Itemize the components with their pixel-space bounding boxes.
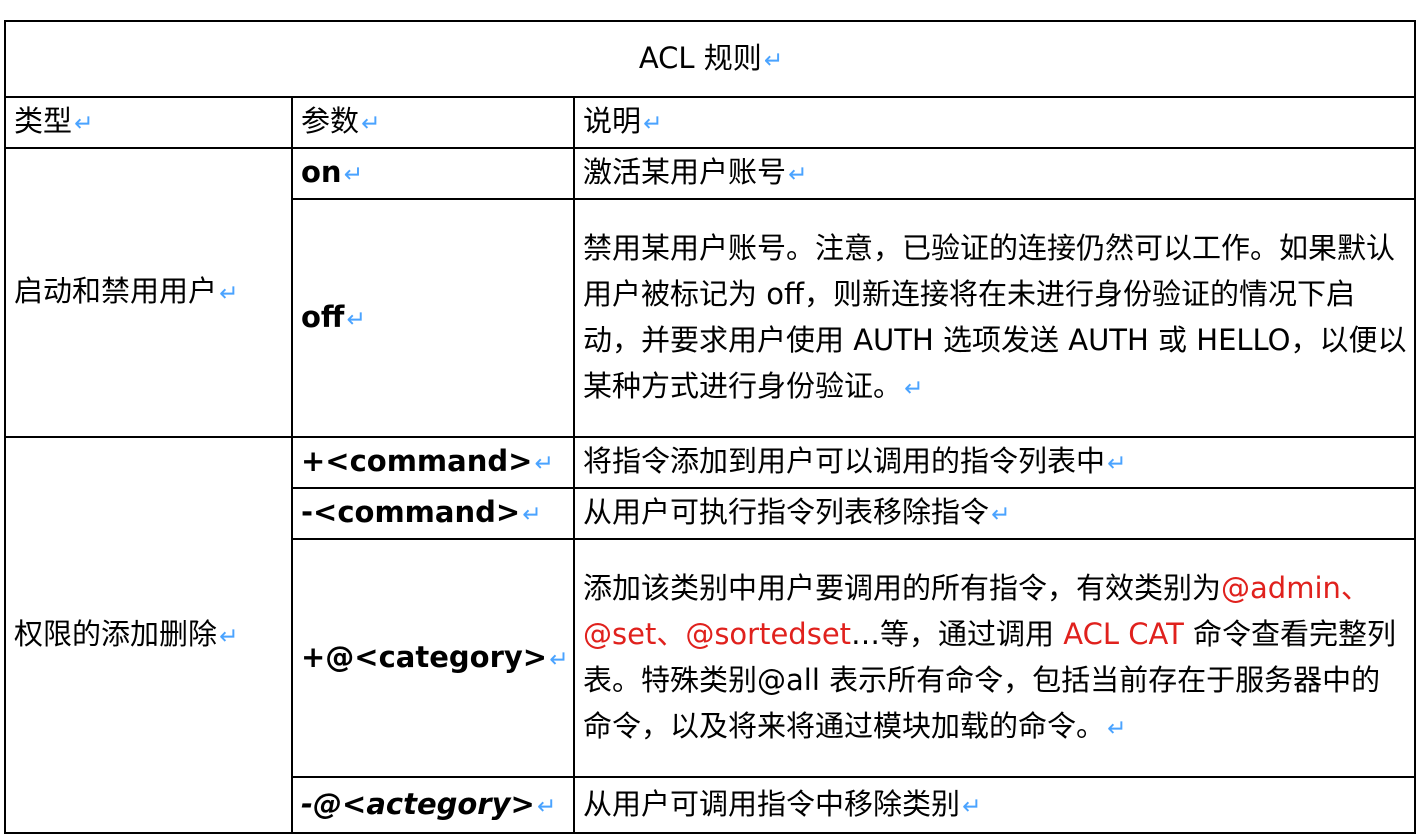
return-mark-icon: ↵ — [763, 46, 784, 74]
param-label: -@<actegory> — [301, 786, 535, 821]
param-label: off — [301, 299, 345, 334]
desc-text: 添加该类别中用户要调用的所有指令，有效类别为 — [583, 570, 1222, 605]
return-mark-icon: ↵ — [534, 450, 554, 477]
param-label: +<command> — [301, 444, 533, 478]
param-cell: -<command>↵ — [291, 487, 575, 540]
desc-text: 从用户可调用指令中移除类别 — [583, 786, 961, 821]
desc-cell: 激活某用户账号↵ — [572, 147, 1416, 200]
return-mark-icon: ↵ — [962, 792, 982, 820]
desc-cell: 禁用某用户账号。注意，已验证的连接仍然可以工作。如果默认用户被标记为 off，则… — [572, 198, 1416, 438]
return-mark-icon: ↵ — [522, 501, 542, 528]
param-cell: +<command>↵ — [291, 436, 575, 489]
return-mark-icon: ↵ — [1107, 714, 1127, 742]
type-cell-permissions: 权限的添加删除↵ — [4, 436, 293, 834]
header-param-label: 参数 — [301, 104, 360, 138]
desc-cell: 将指令添加到用户可以调用的指令列表中↵ — [572, 436, 1416, 489]
desc-cell: 添加该类别中用户要调用的所有指令，有效类别为@admin、@set、@sorte… — [572, 538, 1416, 778]
header-desc-label: 说明 — [583, 104, 642, 138]
desc-cell: 从用户可执行指令列表移除指令↵ — [572, 487, 1416, 540]
return-mark-icon: ↵ — [343, 161, 364, 188]
return-mark-icon: ↵ — [788, 161, 808, 188]
header-desc: 说明↵ — [572, 96, 1416, 149]
return-mark-icon: ↵ — [549, 645, 569, 673]
desc-text: 禁用某用户账号。注意，已验证的连接仍然可以工作。如果默认用户被标记为 off，则… — [583, 230, 1407, 403]
type-label: 权限的添加删除 — [14, 616, 218, 651]
param-label: on — [301, 155, 342, 189]
title-text: ACL 规则 — [638, 40, 762, 75]
header-type-label: 类型 — [14, 104, 73, 138]
return-mark-icon: ↵ — [1107, 450, 1127, 477]
return-mark-icon: ↵ — [219, 622, 239, 650]
param-cell: +@<category>↵ — [291, 538, 575, 778]
header-param: 参数↵ — [291, 96, 575, 149]
return-mark-icon: ↵ — [74, 110, 94, 137]
desc-text: …等，通过调用 — [851, 616, 1055, 651]
return-mark-icon: ↵ — [536, 792, 557, 820]
return-mark-icon: ↵ — [346, 305, 366, 333]
param-cell: on↵ — [291, 147, 575, 200]
return-mark-icon: ↵ — [904, 374, 924, 402]
type-label: 启动和禁用用户 — [14, 274, 218, 308]
desc-text: 激活某用户账号 — [583, 155, 787, 189]
acl-rules-table: ACL 规则↵ 类型↵ 参数↵ 说明↵ 启动和禁用用户↵ on↵ 激活某用户账号… — [3, 20, 1416, 834]
param-cell: -@<actegory>↵ — [291, 776, 575, 834]
type-cell-enable-disable: 启动和禁用用户↵ — [4, 147, 293, 438]
desc-cell: 从用户可调用指令中移除类别↵ — [572, 776, 1416, 834]
return-mark-icon: ↵ — [643, 110, 663, 137]
acl-cat-command: ACL CAT — [1063, 616, 1184, 651]
param-cell: off↵ — [291, 198, 575, 438]
header-type: 类型↵ — [4, 96, 293, 149]
desc-text: 将指令添加到用户可以调用的指令列表中 — [583, 444, 1106, 478]
return-mark-icon: ↵ — [219, 280, 239, 307]
table-title: ACL 规则↵ — [3, 20, 1416, 98]
param-label: -<command> — [301, 495, 521, 529]
param-label: +@<category> — [301, 639, 548, 674]
return-mark-icon: ↵ — [361, 110, 381, 137]
desc-text: 从用户可执行指令列表移除指令 — [583, 495, 990, 529]
return-mark-icon: ↵ — [991, 501, 1011, 528]
